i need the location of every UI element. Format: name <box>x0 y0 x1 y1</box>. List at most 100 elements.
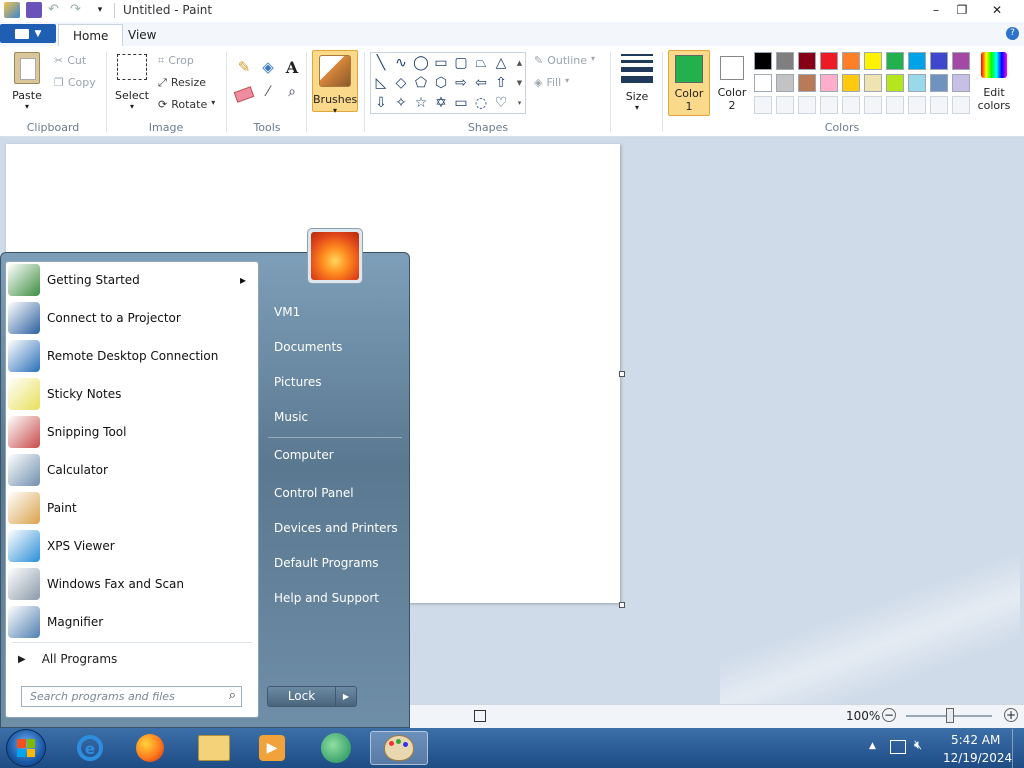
right-triangle-shape-icon[interactable]: ◺ <box>371 73 391 93</box>
four-point-star-shape-icon[interactable]: ✧ <box>391 93 411 113</box>
color-swatch[interactable] <box>776 52 794 70</box>
custom-color-slot[interactable] <box>864 96 882 114</box>
oval-callout-shape-icon[interactable]: ◌ <box>471 93 491 113</box>
color-swatch[interactable] <box>776 74 794 92</box>
up-arrow-shape-icon[interactable]: ⇧ <box>491 73 511 93</box>
paint-menu-button[interactable]: ▼ <box>0 24 56 43</box>
start-program-item[interactable]: XPS Viewer <box>8 528 252 564</box>
start-right-link[interactable]: Computer <box>270 448 338 462</box>
network-icon[interactable] <box>890 740 906 754</box>
six-point-star-shape-icon[interactable]: ✡ <box>431 93 451 113</box>
show-desktop-button[interactable] <box>1012 729 1024 768</box>
tab-view[interactable]: View <box>114 24 170 46</box>
zoom-in-button[interactable]: + <box>1004 708 1018 722</box>
fill-button[interactable]: ◈ Fill ▾ <box>534 76 569 89</box>
eraser-icon[interactable] <box>233 84 255 104</box>
cut-button[interactable]: ✂ Cut <box>54 54 86 67</box>
search-programs-input[interactable]: Search programs and files ⌕ <box>21 686 242 707</box>
size-button[interactable]: Size ▾ <box>618 52 656 114</box>
oval-shape-icon[interactable]: ◯ <box>411 53 431 73</box>
start-program-item[interactable]: Paint <box>8 490 252 526</box>
start-button[interactable] <box>6 729 46 767</box>
firefox-icon[interactable] <box>130 731 170 765</box>
save-icon[interactable] <box>26 2 42 18</box>
zoom-slider-thumb[interactable] <box>946 708 954 723</box>
custom-color-slot[interactable] <box>886 96 904 114</box>
color-swatch[interactable] <box>864 52 882 70</box>
custom-color-slot[interactable] <box>952 96 970 114</box>
left-arrow-shape-icon[interactable]: ⇦ <box>471 73 491 93</box>
down-arrow-shape-icon[interactable]: ⇩ <box>371 93 391 113</box>
custom-color-slot[interactable] <box>930 96 948 114</box>
five-point-star-shape-icon[interactable]: ☆ <box>411 93 431 113</box>
volume-muted-icon[interactable]: 🔇︎ <box>914 738 922 753</box>
hexagon-shape-icon[interactable]: ⬡ <box>431 73 451 93</box>
brushes-button[interactable]: Brushes ▾ <box>312 50 358 115</box>
diamond-shape-icon[interactable]: ◇ <box>391 73 411 93</box>
media-center-icon[interactable] <box>316 731 356 765</box>
taskbar-paint-button[interactable] <box>370 731 428 765</box>
zoom-out-button[interactable]: − <box>882 708 896 722</box>
start-right-link[interactable]: Documents <box>270 340 346 354</box>
start-program-item[interactable]: Magnifier <box>8 604 252 640</box>
color-swatch[interactable] <box>754 52 772 70</box>
custom-color-slot[interactable] <box>798 96 816 114</box>
rotate-button[interactable]: ⟳ Rotate ▾ <box>158 98 215 111</box>
start-right-link[interactable]: Pictures <box>270 375 326 389</box>
heart-shape-icon[interactable]: ♡ <box>491 93 511 113</box>
color-picker-icon[interactable]: ⁄ <box>257 84 279 104</box>
rounded-rectangle-shape-icon[interactable]: ▢ <box>451 53 471 73</box>
custom-color-slot[interactable] <box>842 96 860 114</box>
color-swatch[interactable] <box>908 52 926 70</box>
color-swatch[interactable] <box>886 74 904 92</box>
color-swatch[interactable] <box>908 74 926 92</box>
start-program-item[interactable]: Snipping Tool <box>8 414 252 450</box>
lock-button[interactable]: Lock ▶ <box>267 686 357 707</box>
custom-color-slot[interactable] <box>776 96 794 114</box>
start-right-link[interactable]: Music <box>270 410 312 424</box>
start-right-link[interactable]: Devices and Printers <box>270 521 402 535</box>
color-swatch[interactable] <box>820 52 838 70</box>
color1-button[interactable]: Color 1 <box>668 50 710 116</box>
canvas-resize-handle-corner[interactable] <box>619 602 625 608</box>
search-icon[interactable]: ⌕ <box>229 688 236 703</box>
custom-color-slot[interactable] <box>754 96 772 114</box>
start-right-link[interactable]: Help and Support <box>270 591 383 605</box>
pentagon-shape-icon[interactable]: ⬠ <box>411 73 431 93</box>
color-swatch[interactable] <box>798 74 816 92</box>
select-button[interactable]: Select ▾ <box>114 54 150 112</box>
color-swatch[interactable] <box>952 74 970 92</box>
restore-button[interactable]: ❐ <box>948 0 976 20</box>
clock-time[interactable]: 5:42 AM <box>951 733 1000 747</box>
color2-button[interactable]: Color 2 <box>713 50 751 116</box>
paste-button[interactable]: Paste ▾ <box>8 52 46 112</box>
color-swatch[interactable] <box>864 74 882 92</box>
resize-button[interactable]: ⤢ Resize <box>158 76 206 90</box>
redo-icon[interactable]: ↷ <box>70 2 86 18</box>
color-swatch[interactable] <box>842 74 860 92</box>
edit-colors-button[interactable]: Edit colors <box>975 52 1013 116</box>
color-swatch[interactable] <box>886 52 904 70</box>
lock-options-arrow-icon[interactable]: ▶ <box>336 687 356 706</box>
media-player-icon[interactable]: ▶ <box>252 731 292 765</box>
undo-icon[interactable]: ↶ <box>48 2 64 18</box>
color-swatch[interactable] <box>930 52 948 70</box>
fill-bucket-icon[interactable]: ◈ <box>257 58 279 78</box>
magnifier-tool-icon[interactable]: ⌕ <box>281 84 303 104</box>
close-button[interactable]: ✕ <box>982 0 1012 20</box>
start-right-link[interactable]: Default Programs <box>270 556 383 570</box>
start-program-item[interactable]: Remote Desktop Connection <box>8 338 252 374</box>
color-swatch[interactable] <box>930 74 948 92</box>
show-hidden-icons-button[interactable]: ▲ <box>869 741 876 751</box>
text-icon[interactable]: A <box>281 58 303 78</box>
pencil-icon[interactable]: ✎ <box>233 58 255 78</box>
internet-explorer-icon[interactable]: e <box>70 731 110 765</box>
color-swatch[interactable] <box>842 52 860 70</box>
rounded-callout-shape-icon[interactable]: ▭ <box>451 93 471 113</box>
custom-color-slot[interactable] <box>820 96 838 114</box>
customize-qat-icon[interactable]: ▾ <box>92 2 108 18</box>
help-icon[interactable]: ? <box>1006 27 1019 40</box>
clock-date[interactable]: 12/19/2024 <box>943 751 1012 765</box>
color-swatch[interactable] <box>798 52 816 70</box>
triangle-shape-icon[interactable]: △ <box>491 53 511 73</box>
